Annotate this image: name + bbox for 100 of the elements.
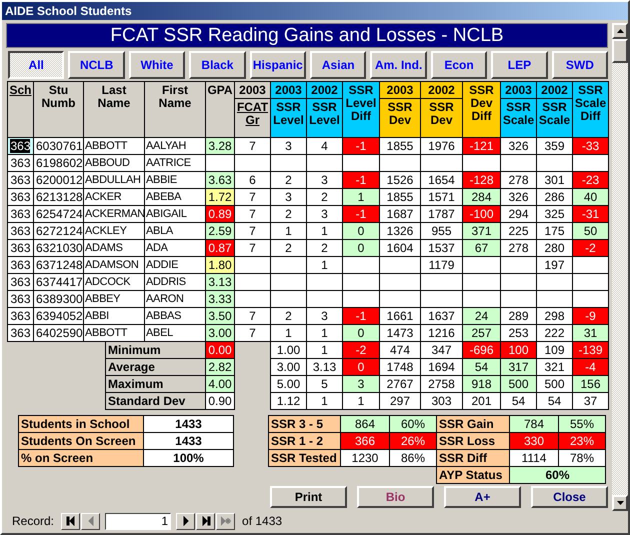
table-cell: 1661 — [380, 308, 420, 324]
table-cell: 363 — [8, 291, 33, 307]
column-header: SSR Level — [271, 99, 306, 137]
next-icon — [180, 516, 191, 526]
table-cell: 7 — [235, 138, 270, 154]
filter-button[interactable]: Econ — [430, 51, 488, 79]
table-cell: 3 — [271, 189, 306, 205]
table-cell: 3 — [307, 172, 342, 188]
table-cell: 363 — [8, 223, 33, 239]
filter-button[interactable]: SWD — [552, 51, 608, 79]
table-cell: 253 — [501, 325, 536, 341]
table-cell: ABBAS — [145, 308, 205, 324]
table-cell: ACKER — [84, 189, 144, 205]
filter-button[interactable]: Asian — [310, 51, 366, 79]
table-cell: 359 — [537, 138, 572, 154]
scroll-up-button[interactable] — [612, 23, 628, 39]
table-cell: ABDULLAH — [84, 172, 144, 188]
table-cell: 31 — [573, 325, 608, 341]
last-record-button[interactable] — [196, 512, 216, 530]
summary-label: SSR Loss — [437, 433, 509, 449]
stat-value: 918 — [463, 376, 500, 392]
table-cell: 1326 — [380, 223, 420, 239]
table-cell: 6374417 — [34, 274, 83, 290]
stat-value: 1.12 — [271, 393, 306, 409]
command-button[interactable]: Bio — [357, 486, 434, 508]
summary-value: 60% — [510, 467, 605, 483]
table-cell: 326 — [501, 138, 536, 154]
table-cell: 1179 — [421, 257, 462, 273]
stat-value: 156 — [573, 376, 608, 392]
table-cell: 2 — [307, 189, 342, 205]
stat-value: 1 — [307, 393, 342, 409]
summary-label: AYP Status — [437, 467, 509, 483]
table-cell: 1216 — [421, 325, 462, 341]
command-button[interactable]: Print — [270, 486, 347, 508]
table-cell: 1 — [271, 325, 306, 341]
stat-value: 3.00 — [271, 359, 306, 375]
command-button[interactable]: Close — [531, 486, 608, 508]
table-cell: ACKERMAN — [84, 206, 144, 222]
table-cell: 1526 — [380, 172, 420, 188]
table-cell: ABIGAIL — [145, 206, 205, 222]
stat-value: 0.00 — [206, 342, 234, 358]
table-cell: 363 — [8, 155, 33, 171]
table-cell: 289 — [501, 308, 536, 324]
table-cell: 1976 — [421, 138, 462, 154]
column-header: 2003 — [380, 82, 420, 98]
table-cell: -128 — [463, 172, 500, 188]
filter-button[interactable]: Black — [189, 51, 246, 79]
table-cell: 2 — [271, 308, 306, 324]
table-cell: -1 — [343, 206, 379, 222]
table-cell: 3 — [307, 206, 342, 222]
table-cell: 1.80 — [206, 257, 234, 273]
column-header: 2003 — [501, 82, 536, 98]
summary-label: SSR 3 - 5 — [269, 416, 340, 432]
table-cell: 6371248 — [34, 257, 83, 273]
table-cell: 3.50 — [206, 308, 234, 324]
stat-value: 2767 — [380, 376, 420, 392]
first-record-button[interactable] — [61, 512, 80, 530]
table-cell: 7 — [235, 308, 270, 324]
table-cell: 67 — [463, 240, 500, 256]
next-record-button[interactable] — [176, 512, 196, 530]
table-cell: 1 — [271, 223, 306, 239]
command-button[interactable]: A+ — [444, 486, 521, 508]
stat-value: 0.90 — [206, 393, 234, 409]
table-cell: 6 — [235, 172, 270, 188]
table-cell: ABBIE — [145, 172, 205, 188]
summary-label: SSR Gain — [437, 416, 509, 432]
record-number-field[interactable]: 1 — [105, 512, 172, 530]
stat-value: 109 — [537, 342, 572, 358]
table-cell: -100 — [463, 206, 500, 222]
table-cell: 1687 — [380, 206, 420, 222]
scroll-down-button[interactable] — [612, 495, 628, 511]
up-arrow-icon — [616, 29, 624, 33]
table-cell: ADA — [145, 240, 205, 256]
table-cell: ABEL — [145, 325, 205, 341]
stat-value: 317 — [501, 359, 536, 375]
table-cell: 3 — [307, 308, 342, 324]
column-header: SSR Scale — [537, 99, 572, 137]
stat-value: -139 — [573, 342, 608, 358]
column-header: SSR Level — [307, 99, 342, 137]
summary-value: 100% — [144, 450, 233, 466]
table-cell: 2 — [271, 172, 306, 188]
filter-button[interactable]: Am. Ind. — [370, 51, 427, 79]
filter-button[interactable]: Hispanic — [250, 51, 306, 79]
stat-value: 347 — [421, 342, 462, 358]
filter-button[interactable]: NCLB — [68, 51, 125, 79]
table-cell: 2 — [271, 240, 306, 256]
table-cell: -1 — [343, 172, 379, 188]
table-cell: 6030761 — [34, 138, 83, 154]
table-cell: 6321030 — [34, 240, 83, 256]
stat-value: 3 — [343, 376, 379, 392]
filter-button[interactable]: All — [8, 51, 64, 79]
scrollbar-thumb[interactable] — [612, 39, 628, 63]
table-cell: 0 — [343, 325, 379, 341]
stat-value: 500 — [501, 376, 536, 392]
stat-value: 100 — [501, 342, 536, 358]
table-cell: 0.89 — [206, 206, 234, 222]
table-cell: ADDRIS — [145, 274, 205, 290]
filter-button[interactable]: LEP — [491, 51, 548, 79]
column-header: SSR Dev — [380, 99, 420, 137]
filter-button[interactable]: White — [128, 51, 186, 79]
